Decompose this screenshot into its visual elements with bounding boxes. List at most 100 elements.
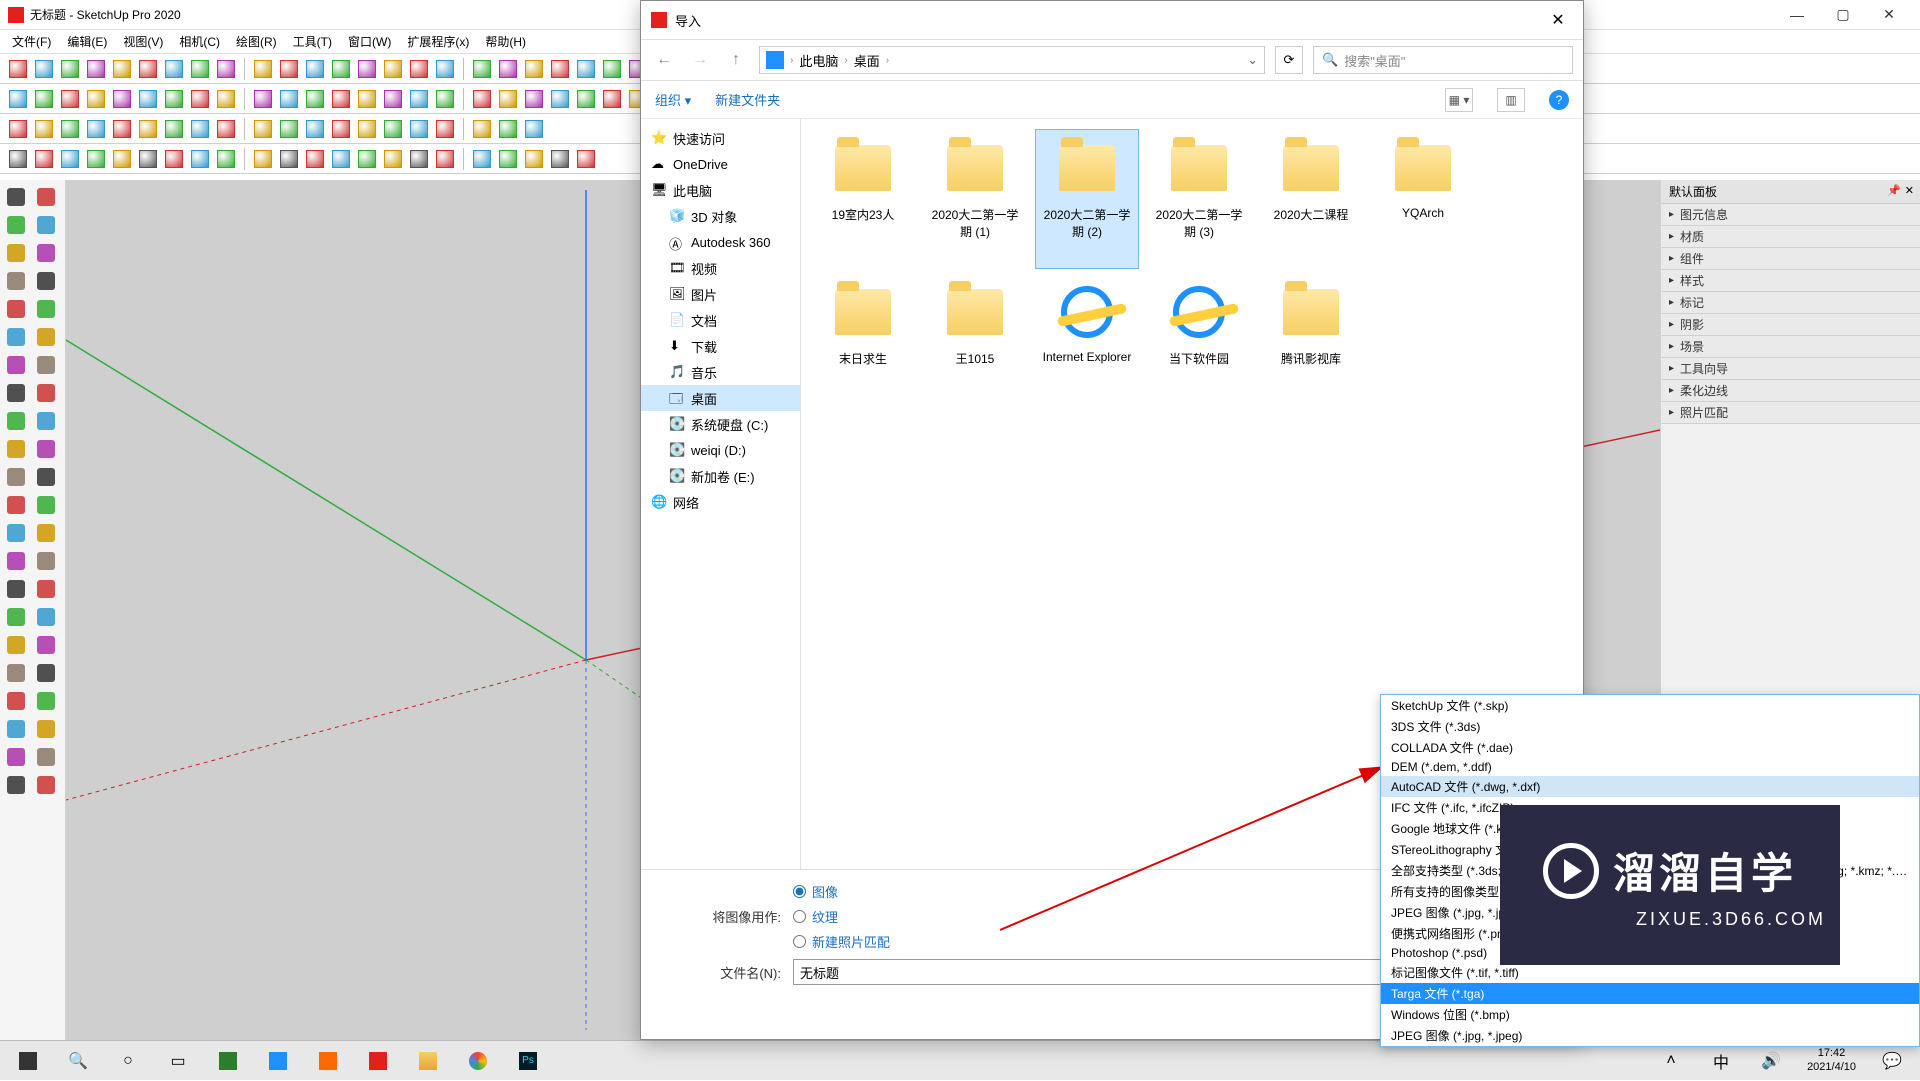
toolbar-icon[interactable] [470, 57, 494, 81]
left-tool-icon[interactable] [2, 268, 30, 294]
dialog-close-button[interactable]: ✕ [1543, 10, 1573, 30]
toolbar-icon[interactable] [6, 147, 30, 171]
tree-node[interactable]: 🖼图片 [641, 281, 800, 307]
left-tool-icon[interactable] [32, 184, 60, 210]
toolbar-icon[interactable] [329, 87, 353, 111]
left-tool-icon[interactable] [2, 660, 30, 686]
toolbar-icon[interactable] [277, 57, 301, 81]
maximize-button[interactable]: ▢ [1820, 0, 1866, 30]
left-tool-icon[interactable] [2, 380, 30, 406]
toolbar-icon[interactable] [162, 57, 186, 81]
tree-node[interactable]: 💽新加卷 (E:) [641, 463, 800, 489]
toolbar-icon[interactable] [32, 57, 56, 81]
tray-section[interactable]: 图元信息 [1661, 204, 1920, 226]
toolbar-icon[interactable] [329, 57, 353, 81]
view-mode-button[interactable]: ▦ ▾ [1445, 88, 1473, 112]
toolbar-icon[interactable] [496, 147, 520, 171]
file-item[interactable]: 王1015 [923, 273, 1027, 413]
toolbar-icon[interactable] [522, 147, 546, 171]
tree-node[interactable]: ⬇下载 [641, 333, 800, 359]
menu-camera[interactable]: 相机(C) [171, 33, 228, 50]
toolbar-icon[interactable] [162, 117, 186, 141]
left-tool-icon[interactable] [2, 296, 30, 322]
toolbar-icon[interactable] [188, 57, 212, 81]
menu-window[interactable]: 窗口(W) [340, 33, 399, 50]
minimize-button[interactable]: — [1774, 0, 1820, 30]
left-tool-icon[interactable] [2, 604, 30, 630]
filetype-option[interactable]: JPEG 图像 (*.jpg, *.jpeg) [1381, 1025, 1919, 1046]
tray-header[interactable]: 默认面板 📌✕ [1661, 180, 1920, 204]
nav-forward-button[interactable]: → [687, 47, 713, 73]
left-tool-icon[interactable] [32, 464, 60, 490]
toolbar-icon[interactable] [110, 57, 134, 81]
left-tool-icon[interactable] [2, 212, 30, 238]
toolbar-icon[interactable] [470, 147, 494, 171]
file-item[interactable]: 末日求生 [811, 273, 915, 413]
filetype-option[interactable]: SketchUp 文件 (*.skp) [1381, 695, 1919, 716]
tray-close-icon[interactable]: ✕ [1905, 184, 1914, 197]
filetype-option[interactable]: DEM (*.dem, *.ddf) [1381, 758, 1919, 776]
toolbar-icon[interactable] [136, 57, 160, 81]
left-tool-icon[interactable] [2, 408, 30, 434]
tree-node[interactable]: 📄文档 [641, 307, 800, 333]
toolbar-icon[interactable] [188, 147, 212, 171]
left-tool-icon[interactable] [32, 352, 60, 378]
new-folder-button[interactable]: 新建文件夹 [715, 90, 780, 109]
toolbar-icon[interactable] [355, 117, 379, 141]
tray-section[interactable]: 阴影 [1661, 314, 1920, 336]
file-item[interactable]: Internet Explorer [1035, 273, 1139, 413]
toolbar-icon[interactable] [162, 87, 186, 111]
toolbar-icon[interactable] [522, 87, 546, 111]
left-tool-icon[interactable] [2, 324, 30, 350]
tree-node[interactable]: 🗔桌面 [641, 385, 800, 411]
crumb-dropdown-icon[interactable]: ⌄ [1247, 52, 1258, 68]
app-icon-6[interactable] [454, 1041, 502, 1081]
filetype-option[interactable]: COLLADA 文件 (*.dae) [1381, 737, 1919, 758]
toolbar-icon[interactable] [433, 57, 457, 81]
toolbar-icon[interactable] [277, 117, 301, 141]
toolbar-icon[interactable] [6, 87, 30, 111]
left-tool-icon[interactable] [32, 716, 60, 742]
toolbar-icon[interactable] [6, 57, 30, 81]
left-tool-icon[interactable] [32, 408, 60, 434]
left-tool-icon[interactable] [2, 576, 30, 602]
left-tool-icon[interactable] [32, 660, 60, 686]
toolbar-icon[interactable] [84, 57, 108, 81]
left-tool-icon[interactable] [32, 576, 60, 602]
toolbar-icon[interactable] [574, 147, 598, 171]
left-tool-icon[interactable] [32, 240, 60, 266]
left-tool-icon[interactable] [32, 436, 60, 462]
toolbar-icon[interactable] [496, 117, 520, 141]
left-tool-icon[interactable] [2, 184, 30, 210]
toolbar-icon[interactable] [214, 147, 238, 171]
file-item[interactable]: 2020大二第一学期 (2) [1035, 129, 1139, 269]
toolbar-icon[interactable] [84, 147, 108, 171]
toolbar-icon[interactable] [84, 87, 108, 111]
tree-node[interactable]: 🖥此电脑 [641, 177, 800, 203]
filetype-option[interactable]: Windows 位图 (*.bmp) [1381, 1004, 1919, 1025]
toolbar-icon[interactable] [433, 147, 457, 171]
toolbar-icon[interactable] [188, 117, 212, 141]
menu-view[interactable]: 视图(V) [115, 33, 171, 50]
tray-section[interactable]: 样式 [1661, 270, 1920, 292]
nav-up-button[interactable]: ↑ [723, 47, 749, 73]
tray-section[interactable]: 照片匹配 [1661, 402, 1920, 424]
toolbar-icon[interactable] [381, 117, 405, 141]
toolbar-icon[interactable] [496, 57, 520, 81]
tree-node[interactable]: 🎞视频 [641, 255, 800, 281]
help-button[interactable]: ? [1549, 90, 1569, 110]
toolbar-icon[interactable] [600, 87, 624, 111]
left-tool-icon[interactable] [32, 772, 60, 798]
toolbar-icon[interactable] [407, 87, 431, 111]
tree-node[interactable]: 💽weiqi (D:) [641, 437, 800, 463]
tree-node[interactable]: 🧊3D 对象 [641, 203, 800, 229]
tray-section[interactable]: 组件 [1661, 248, 1920, 270]
toolbar-icon[interactable] [574, 87, 598, 111]
app-icon-3[interactable] [304, 1041, 352, 1081]
toolbar-icon[interactable] [110, 147, 134, 171]
toolbar-icon[interactable] [251, 117, 275, 141]
app-icon-7[interactable]: Ps [504, 1041, 552, 1081]
toolbar-icon[interactable] [329, 117, 353, 141]
radio-texture[interactable] [793, 910, 806, 923]
menu-draw[interactable]: 绘图(R) [228, 33, 285, 50]
